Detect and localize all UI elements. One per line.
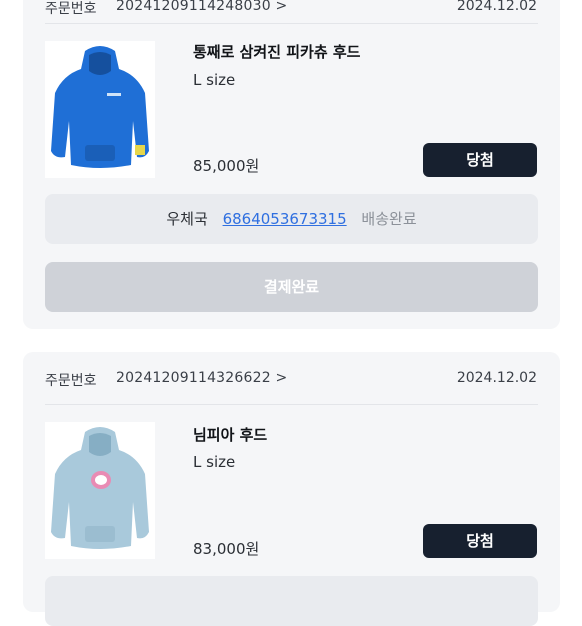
shipping-status: 배송완료 — [361, 210, 417, 228]
product-price: 83,000원 — [193, 540, 260, 558]
order-card: 주문번호 20241209114248030 > 2024.12.02 통째로 … — [23, 0, 560, 329]
order-number-link[interactable]: 20241209114326622 > — [116, 370, 287, 386]
order-header: 주문번호 20241209114326622 > 2024.12.02 — [23, 352, 560, 408]
product-image[interactable] — [45, 422, 155, 559]
status-badge[interactable]: 당첨 — [423, 143, 537, 177]
order-header: 주문번호 20241209114248030 > 2024.12.02 — [23, 0, 560, 36]
product-size: L size — [193, 453, 236, 471]
tracking-number-link[interactable]: 6864053673315 — [223, 210, 347, 228]
order-number-label: 주문번호 — [45, 373, 97, 389]
shipping-info: 우체국 6864053673315 배송완료 — [45, 194, 538, 244]
product-name[interactable]: 통째로 삼켜진 피카츄 후드 — [193, 41, 360, 62]
status-badge[interactable]: 당첨 — [423, 524, 537, 558]
order-number-label: 주문번호 — [45, 1, 97, 17]
order-card: 주문번호 20241209114326622 > 2024.12.02 님피아 … — [23, 352, 560, 626]
product-size: L size — [193, 71, 236, 89]
order-number-link[interactable]: 20241209114248030 > — [116, 0, 287, 14]
divider — [45, 404, 538, 405]
product-price: 85,000원 — [193, 157, 260, 175]
product-name[interactable]: 님피아 후드 — [193, 424, 267, 445]
order-date: 2024.12.02 — [456, 370, 537, 386]
product-image[interactable] — [45, 41, 155, 178]
payment-complete-button[interactable]: 결제완료 — [45, 262, 538, 312]
shipping-info — [45, 576, 538, 626]
shipping-carrier: 우체국 — [166, 210, 208, 228]
light-blue-hoodie-image — [45, 422, 155, 559]
blue-hoodie-image — [45, 41, 155, 178]
divider — [45, 23, 538, 24]
order-date: 2024.12.02 — [456, 0, 537, 14]
